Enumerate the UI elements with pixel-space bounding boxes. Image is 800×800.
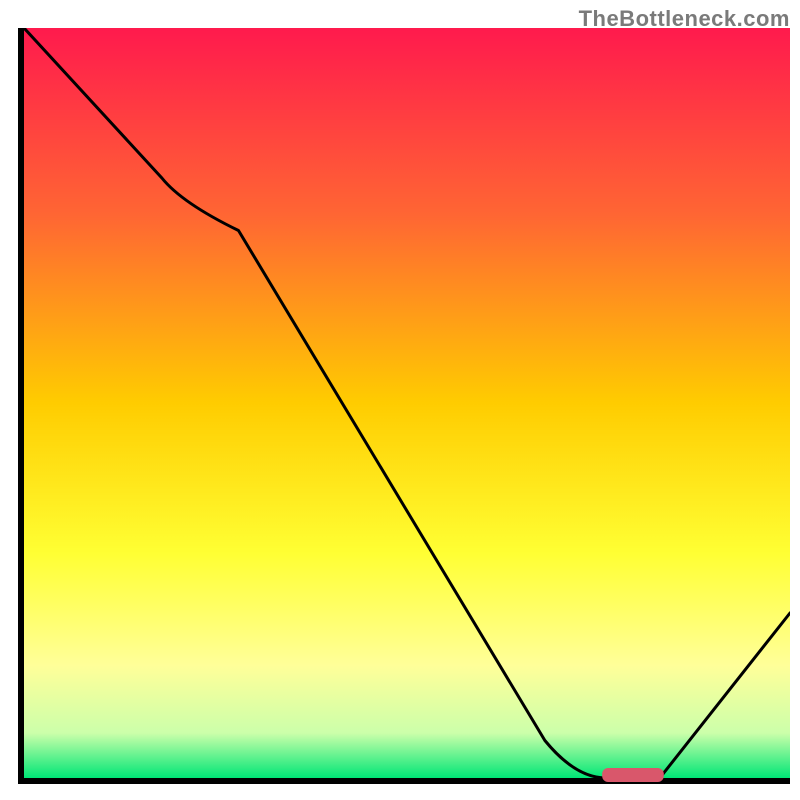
chart-container: TheBottleneck.com — [0, 0, 800, 800]
gradient-background — [24, 28, 790, 778]
optimal-range-marker — [602, 768, 664, 782]
chart-svg — [18, 28, 790, 784]
plot-area — [18, 28, 790, 784]
